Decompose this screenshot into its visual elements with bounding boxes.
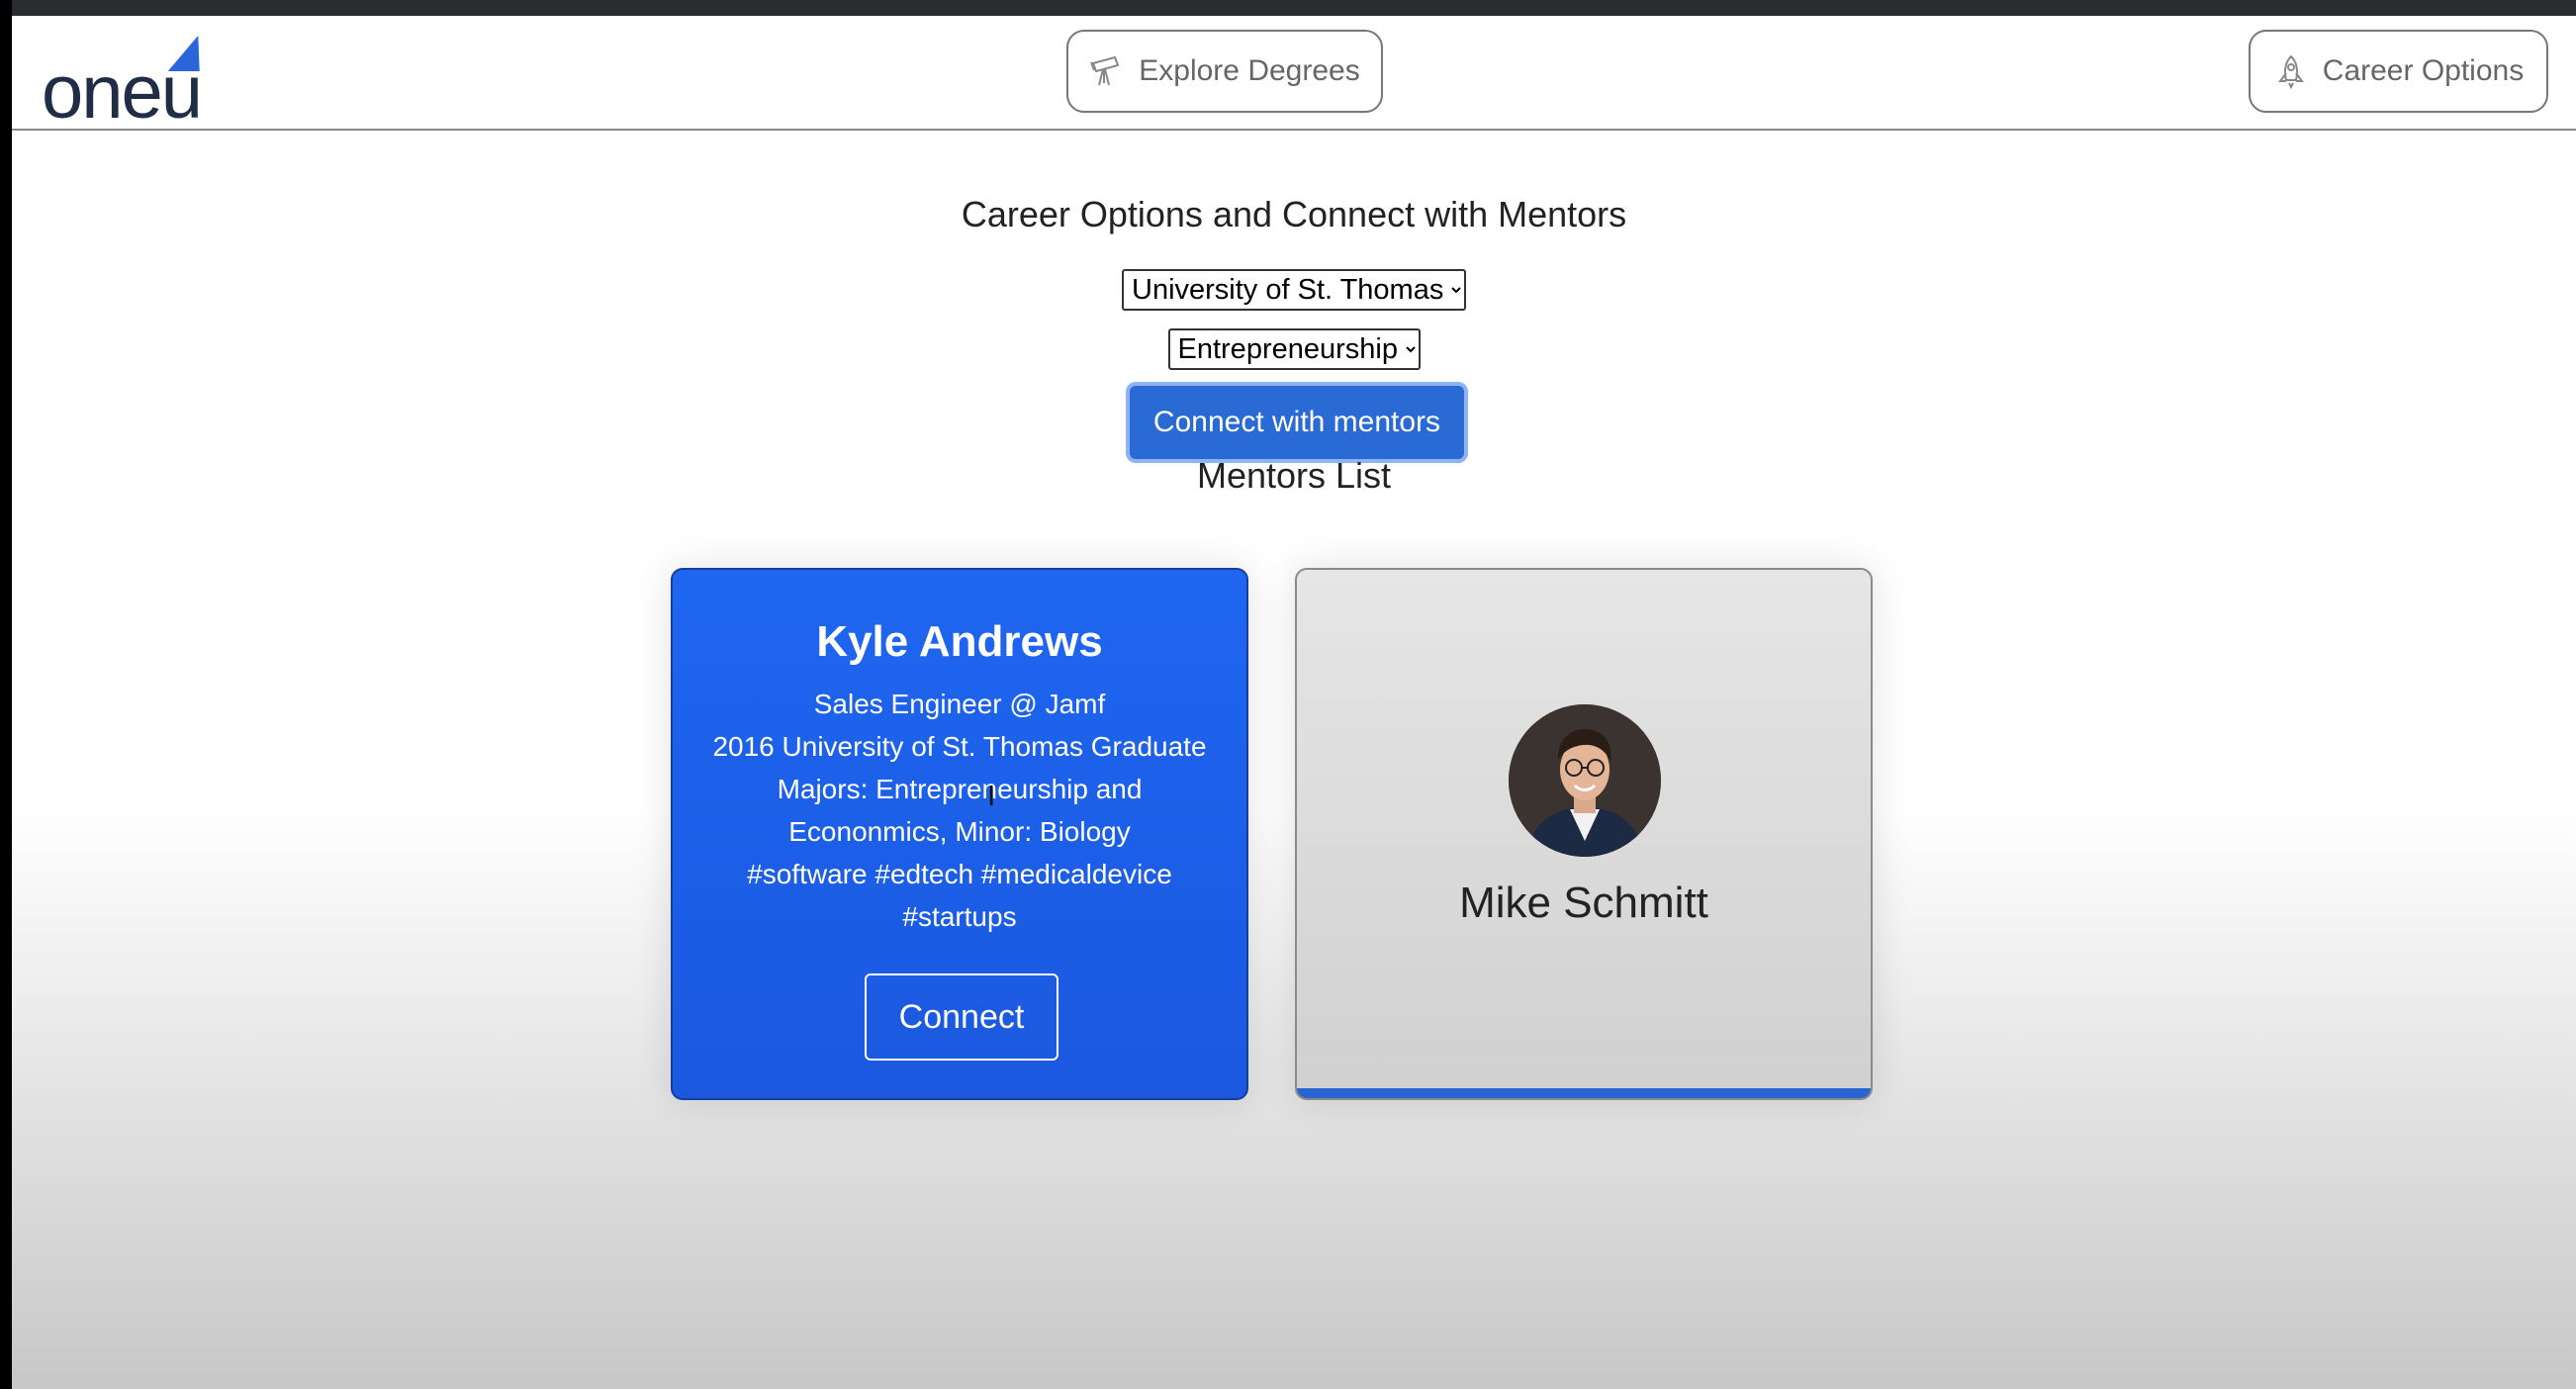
major-select[interactable]: Entrepreneurship (1167, 328, 1421, 370)
avatar-image (1509, 704, 1661, 857)
mentor-name: Kyle Andrews (816, 617, 1103, 666)
telescope-icon (1090, 55, 1120, 86)
mentors-list-title: Mentors List (1196, 455, 1392, 496)
career-options-label: Career Options (2322, 54, 2525, 87)
page-title: Career Options and Connect with Mentors (961, 194, 1627, 234)
logo[interactable]: oneu (42, 36, 215, 135)
university-select-wrapper: University of St. Thomas (12, 269, 2576, 311)
window-top-bar (0, 0, 2576, 16)
mentor-card-kyle-andrews[interactable]: Kyle Andrews Sales Engineer @ Jamf 2016 … (671, 568, 1248, 1100)
career-options-button[interactable]: Career Options (2249, 30, 2548, 113)
mentor-detail-line: #software #edtech #medicaldevice (747, 859, 1172, 889)
mentor-detail-line: Sales Engineer @ Jamf (813, 689, 1106, 719)
logo-mark-icon (167, 36, 215, 71)
mentor-detail-line: Econonmics, Minor: Biology (788, 816, 1131, 847)
mentor-details: Sales Engineer @ Jamf 2016 University of… (692, 683, 1227, 938)
explore-degrees-button[interactable]: Explore Degrees (1066, 30, 1383, 113)
mentor-detail-line: #startups (902, 901, 1017, 932)
connect-button[interactable]: Connect (865, 973, 1058, 1061)
navbar: oneu Explore Degrees Career Options (12, 16, 2576, 131)
university-select[interactable]: University of St. Thomas (1122, 269, 1466, 311)
text-cursor-icon: I (987, 780, 996, 812)
window-left-edge (0, 0, 12, 1389)
explore-degrees-label: Explore Degrees (1139, 54, 1360, 87)
card-accent-bar (1297, 1088, 1871, 1098)
connect-with-mentors-button[interactable]: Connect with mentors (1126, 382, 1468, 463)
page: oneu Explore Degrees Career Options Care… (12, 16, 2576, 1389)
major-select-wrapper: Entrepreneurship (12, 328, 2576, 370)
mentor-detail-line: Majors: Entrepreneurship and (777, 774, 1143, 804)
mentor-name: Mike Schmitt (1459, 879, 1708, 927)
logo-text: oneu (42, 50, 203, 135)
mentor-card-mike-schmitt[interactable]: Mike Schmitt (1295, 568, 1873, 1100)
mentor-detail-line: 2016 University of St. Thomas Graduate (712, 731, 1207, 762)
avatar (1509, 704, 1661, 857)
rocket-icon (2277, 54, 2304, 89)
